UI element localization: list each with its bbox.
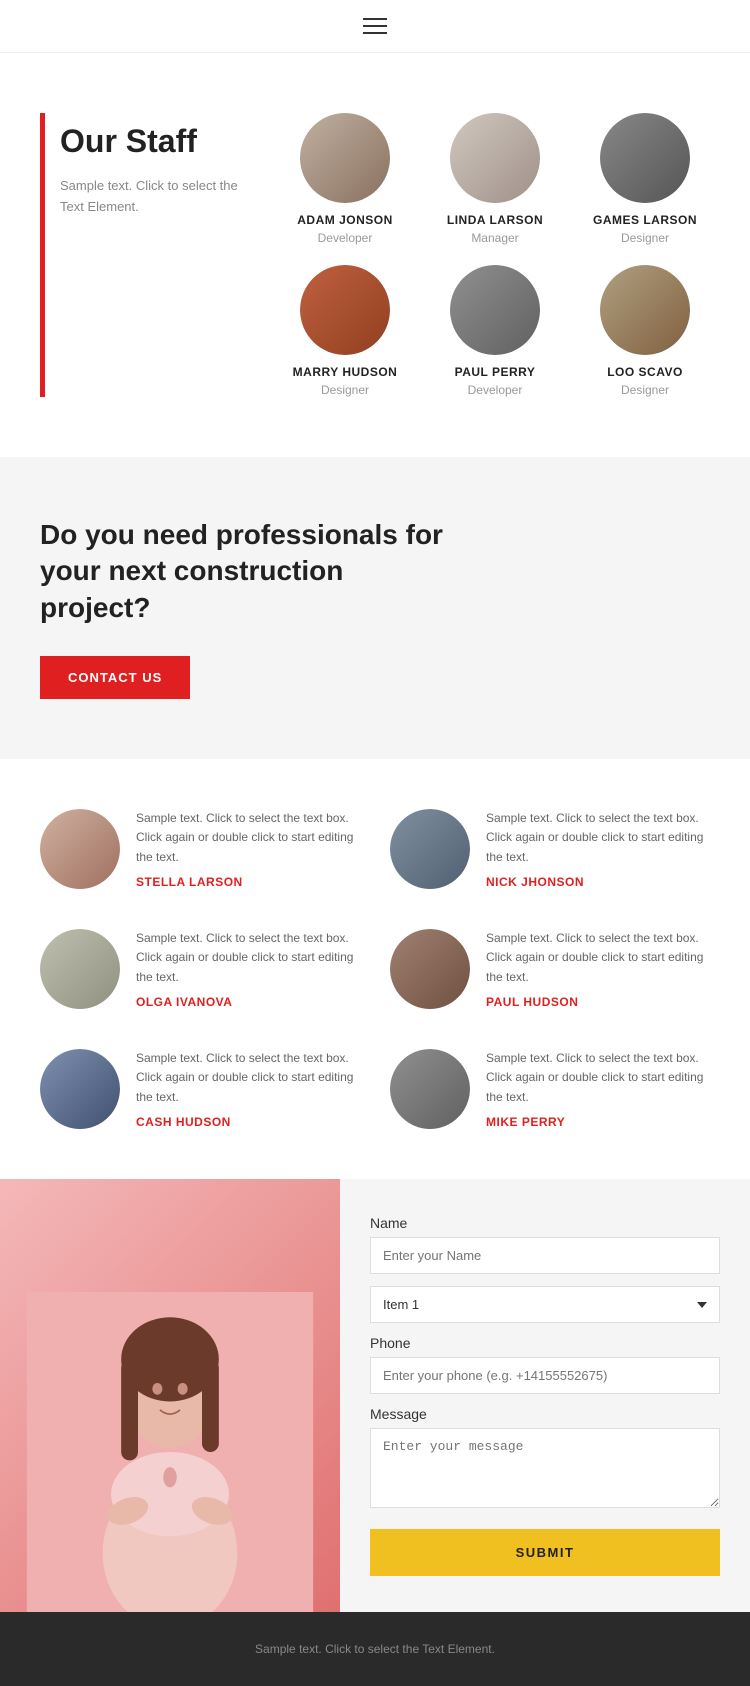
team-member-item: Sample text. Click to select the text bo…	[390, 809, 710, 889]
staff-card: MARRY HUDSON Designer	[280, 265, 410, 397]
staff-member-role: Manager	[430, 231, 560, 245]
team-member-name: STELLA LARSON	[136, 875, 360, 889]
staff-description: Sample text. Click to select the Text El…	[60, 176, 260, 218]
staff-card: LOO SCAVO Designer	[580, 265, 710, 397]
team-avatar-image	[390, 929, 470, 1009]
menu-icon[interactable]	[363, 18, 387, 34]
staff-member-name: LOO SCAVO	[580, 365, 710, 379]
contact-section: Name Item 1Item 2Item 3 Phone Message SU…	[0, 1179, 750, 1612]
phone-input[interactable]	[370, 1357, 720, 1394]
header	[0, 0, 750, 53]
team-avatar-image	[390, 1049, 470, 1129]
team-info: Sample text. Click to select the text bo…	[136, 929, 360, 1009]
team-info: Sample text. Click to select the text bo…	[486, 1049, 710, 1129]
name-input[interactable]	[370, 1237, 720, 1274]
footer-text: Sample text. Click to select the Text El…	[40, 1642, 710, 1656]
name-label: Name	[370, 1215, 720, 1231]
team-avatar-image	[40, 929, 120, 1009]
staff-member-role: Designer	[580, 231, 710, 245]
team-avatar	[390, 929, 470, 1009]
team-section: Sample text. Click to select the text bo…	[0, 759, 750, 1179]
team-member-desc: Sample text. Click to select the text bo…	[136, 1049, 360, 1107]
team-member-name: MIKE PERRY	[486, 1115, 710, 1129]
staff-member-name: LINDA LARSON	[430, 213, 560, 227]
team-member-desc: Sample text. Click to select the text bo…	[486, 1049, 710, 1107]
team-member-desc: Sample text. Click to select the text bo…	[486, 809, 710, 867]
avatar-image	[600, 265, 690, 355]
submit-button[interactable]: SUBMIT	[370, 1529, 720, 1576]
staff-avatar	[450, 265, 540, 355]
avatar-image	[450, 265, 540, 355]
staff-grid: ADAM JONSON Developer LINDA LARSON Manag…	[280, 113, 710, 397]
staff-avatar	[450, 113, 540, 203]
staff-card: ADAM JONSON Developer	[280, 113, 410, 245]
team-avatar	[390, 809, 470, 889]
contact-form: Name Item 1Item 2Item 3 Phone Message SU…	[340, 1179, 750, 1612]
team-avatar-image	[40, 809, 120, 889]
team-member-item: Sample text. Click to select the text bo…	[390, 929, 710, 1009]
team-info: Sample text. Click to select the text bo…	[486, 929, 710, 1009]
staff-left: Our Staff Sample text. Click to select t…	[40, 113, 260, 397]
staff-member-name: PAUL PERRY	[430, 365, 560, 379]
team-avatar-image	[40, 1049, 120, 1129]
team-member-desc: Sample text. Click to select the text bo…	[486, 929, 710, 987]
staff-card: PAUL PERRY Developer	[430, 265, 560, 397]
avatar-image	[600, 113, 690, 203]
team-info: Sample text. Click to select the text bo…	[486, 809, 710, 889]
phone-label: Phone	[370, 1335, 720, 1351]
cta-section: Do you need professionals for your next …	[0, 457, 750, 759]
team-avatar	[390, 1049, 470, 1129]
team-avatar-image	[390, 809, 470, 889]
team-info: Sample text. Click to select the text bo…	[136, 1049, 360, 1129]
team-grid: Sample text. Click to select the text bo…	[40, 809, 710, 1129]
avatar-image	[450, 113, 540, 203]
footer: Sample text. Click to select the Text El…	[0, 1612, 750, 1686]
team-avatar	[40, 1049, 120, 1129]
staff-member-name: MARRY HUDSON	[280, 365, 410, 379]
team-member-name: NICK JHONSON	[486, 875, 710, 889]
staff-avatar	[300, 113, 390, 203]
team-avatar	[40, 809, 120, 889]
team-member-name: CASH HUDSON	[136, 1115, 360, 1129]
team-member-name: OLGA IVANOVA	[136, 995, 360, 1009]
team-info: Sample text. Click to select the text bo…	[136, 809, 360, 889]
team-member-item: Sample text. Click to select the text bo…	[390, 1049, 710, 1129]
staff-member-name: GAMES LARSON	[580, 213, 710, 227]
team-member-desc: Sample text. Click to select the text bo…	[136, 809, 360, 867]
message-label: Message	[370, 1406, 720, 1422]
staff-member-role: Designer	[580, 383, 710, 397]
staff-title: Our Staff	[60, 123, 260, 160]
team-member-name: PAUL HUDSON	[486, 995, 710, 1009]
cta-title: Do you need professionals for your next …	[40, 517, 460, 626]
item-dropdown[interactable]: Item 1Item 2Item 3	[370, 1286, 720, 1323]
team-member-item: Sample text. Click to select the text bo…	[40, 809, 360, 889]
team-member-item: Sample text. Click to select the text bo…	[40, 1049, 360, 1129]
contact-us-button[interactable]: CONTACT US	[40, 656, 190, 699]
staff-card: GAMES LARSON Designer	[580, 113, 710, 245]
staff-member-role: Developer	[430, 383, 560, 397]
team-member-item: Sample text. Click to select the text bo…	[40, 929, 360, 1009]
contact-image	[0, 1179, 340, 1612]
staff-avatar	[300, 265, 390, 355]
message-input[interactable]	[370, 1428, 720, 1508]
team-member-desc: Sample text. Click to select the text bo…	[136, 929, 360, 987]
staff-avatar	[600, 265, 690, 355]
staff-member-role: Developer	[280, 231, 410, 245]
staff-member-name: ADAM JONSON	[280, 213, 410, 227]
staff-member-role: Designer	[280, 383, 410, 397]
team-avatar	[40, 929, 120, 1009]
avatar-image	[300, 113, 390, 203]
avatar-image	[300, 265, 390, 355]
staff-avatar	[600, 113, 690, 203]
staff-card: LINDA LARSON Manager	[430, 113, 560, 245]
staff-section: Our Staff Sample text. Click to select t…	[0, 53, 750, 457]
